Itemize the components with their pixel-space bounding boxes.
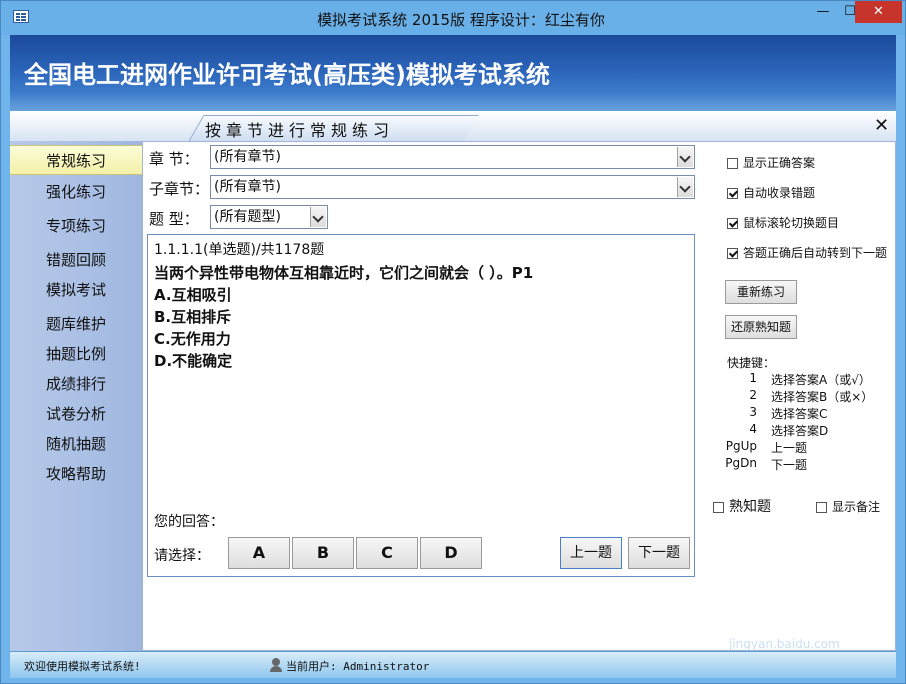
banner-title: 全国电工进网作业许可考试(高压类)模拟考试系统 — [24, 61, 550, 89]
checkbox-checked-icon[interactable] — [727, 248, 738, 259]
your-answer-label: 您的回答： — [154, 514, 224, 530]
question-text: 当两个异性带电物体互相靠近时，它们之间就会（ ）。P1 — [154, 264, 534, 282]
sub-header: 按章节进行常规练习 ✕ — [10, 111, 896, 142]
header-banner: 全国电工进网作业许可考试(高压类)模拟考试系统 — [10, 35, 896, 111]
subchapter-select-value: (所有章节) — [214, 179, 281, 195]
auto-next-on-correct-checkbox[interactable]: 答题正确后自动转到下一题 — [727, 244, 887, 261]
checkbox-checked-icon[interactable] — [727, 218, 738, 229]
option-d-text: D.不能确定 — [154, 352, 233, 370]
checkbox-icon[interactable] — [713, 502, 724, 513]
question-type-label: 题 型： — [149, 210, 199, 228]
sidebar-item-mock-exam[interactable]: 模拟考试 — [46, 279, 106, 300]
subchapter-select[interactable]: (所有章节) — [210, 175, 695, 199]
user-icon — [270, 658, 282, 672]
sidebar-item-regular-practice[interactable]: 常规练习 — [46, 150, 106, 171]
sidebar-item-score-ranking[interactable]: 成绩排行 — [46, 373, 106, 394]
sidebar-item-help[interactable]: 攻略帮助 — [46, 463, 106, 484]
restore-known-button[interactable]: 还原熟知题 — [725, 315, 797, 339]
chapter-select[interactable]: (所有章节) — [210, 145, 695, 169]
chapter-select-value: (所有章节) — [214, 149, 281, 165]
sidebar-item-paper-analysis[interactable]: 试卷分析 — [46, 403, 106, 424]
answer-c-button[interactable]: C — [356, 537, 418, 569]
minimize-icon[interactable]: — — [809, 1, 837, 23]
option-b-text: B.互相排斥 — [154, 308, 232, 326]
restart-practice-button[interactable]: 重新练习 — [725, 280, 797, 304]
chapter-label: 章 节： — [149, 150, 199, 168]
option-a-text: A.互相吸引 — [154, 286, 232, 304]
option-c-text: C.无作用力 — [154, 330, 231, 348]
question-type-select[interactable]: (所有题型) — [210, 205, 328, 229]
shortcut-title: 快捷键： — [727, 356, 776, 370]
previous-question-button[interactable]: 上一题 — [560, 537, 622, 569]
chevron-down-icon[interactable] — [310, 207, 326, 227]
checkbox-icon[interactable] — [727, 158, 738, 169]
checkbox-checked-icon[interactable] — [727, 188, 738, 199]
sidebar-item-random-draw[interactable]: 随机抽题 — [46, 433, 106, 454]
close-icon[interactable]: ✕ — [874, 115, 889, 136]
close-icon[interactable]: ✕ — [855, 1, 902, 23]
show-correct-answer-checkbox[interactable]: 显示正确答案 — [727, 154, 815, 171]
sidebar-item-special-practice[interactable]: 专项练习 — [46, 215, 106, 236]
app-form-icon[interactable] — [13, 10, 29, 23]
known-question-checkbox[interactable]: 熟知题 — [713, 496, 771, 516]
next-question-button[interactable]: 下一题 — [628, 537, 690, 569]
sidebar-item-bank-maintenance[interactable]: 题库维护 — [46, 313, 106, 334]
show-note-checkbox[interactable]: 显示备注 — [816, 498, 880, 515]
answer-d-button[interactable]: D — [420, 537, 482, 569]
app-window: 模拟考试系统 2015版 程序设计：红尘有你 — ☐ ✕ 全国电工进网作业许可考… — [0, 0, 906, 684]
main-panel: 章 节： (所有章节) 子章节： (所有章节) 题 型： (所有题型) 1.1.… — [142, 141, 896, 651]
sidebar-item-draw-ratio[interactable]: 抽题比例 — [46, 343, 106, 364]
chevron-down-icon[interactable] — [677, 147, 693, 167]
window-title: 模拟考试系统 2015版 程序设计：红尘有你 — [317, 11, 605, 29]
practice-mode-title: 按章节进行常规练习 — [205, 121, 395, 140]
question-box: 1.1.1.1(单选题)/共1178题 当两个异性带电物体互相靠近时，它们之间就… — [147, 234, 695, 577]
auto-collect-wrong-checkbox[interactable]: 自动收录错题 — [727, 184, 815, 201]
watermark-url: jingyan.baidu.com — [729, 637, 840, 651]
status-bar: 欢迎使用模拟考试系统! 当前用户: Administrator — [10, 651, 896, 678]
question-index: 1.1.1.1(单选题)/共1178题 — [154, 242, 325, 258]
answer-a-button[interactable]: A — [228, 537, 290, 569]
choose-label: 请选择： — [154, 548, 210, 564]
answer-b-button[interactable]: B — [292, 537, 354, 569]
checkbox-icon[interactable] — [816, 502, 827, 513]
welcome-text: 欢迎使用模拟考试系统! — [24, 660, 141, 673]
sidebar-item-wrong-review[interactable]: 错题回顾 — [46, 249, 106, 270]
sidebar-item-intensive-practice[interactable]: 强化练习 — [46, 181, 106, 202]
chevron-down-icon[interactable] — [677, 177, 693, 197]
question-type-select-value: (所有题型) — [214, 209, 281, 225]
subchapter-label: 子章节： — [149, 180, 210, 198]
current-user: 当前用户: Administrator — [286, 660, 430, 673]
wheel-switch-question-checkbox[interactable]: 鼠标滚轮切换题目 — [727, 214, 839, 231]
watermark-logo: Baidu经验 — [697, 603, 854, 638]
title-bar: 模拟考试系统 2015版 程序设计：红尘有你 — ☐ ✕ — [1, 1, 905, 35]
sidebar: 常规练习 强化练习 专项练习 错题回顾 模拟考试 题库维护 抽题比例 成绩排行 … — [10, 141, 142, 651]
